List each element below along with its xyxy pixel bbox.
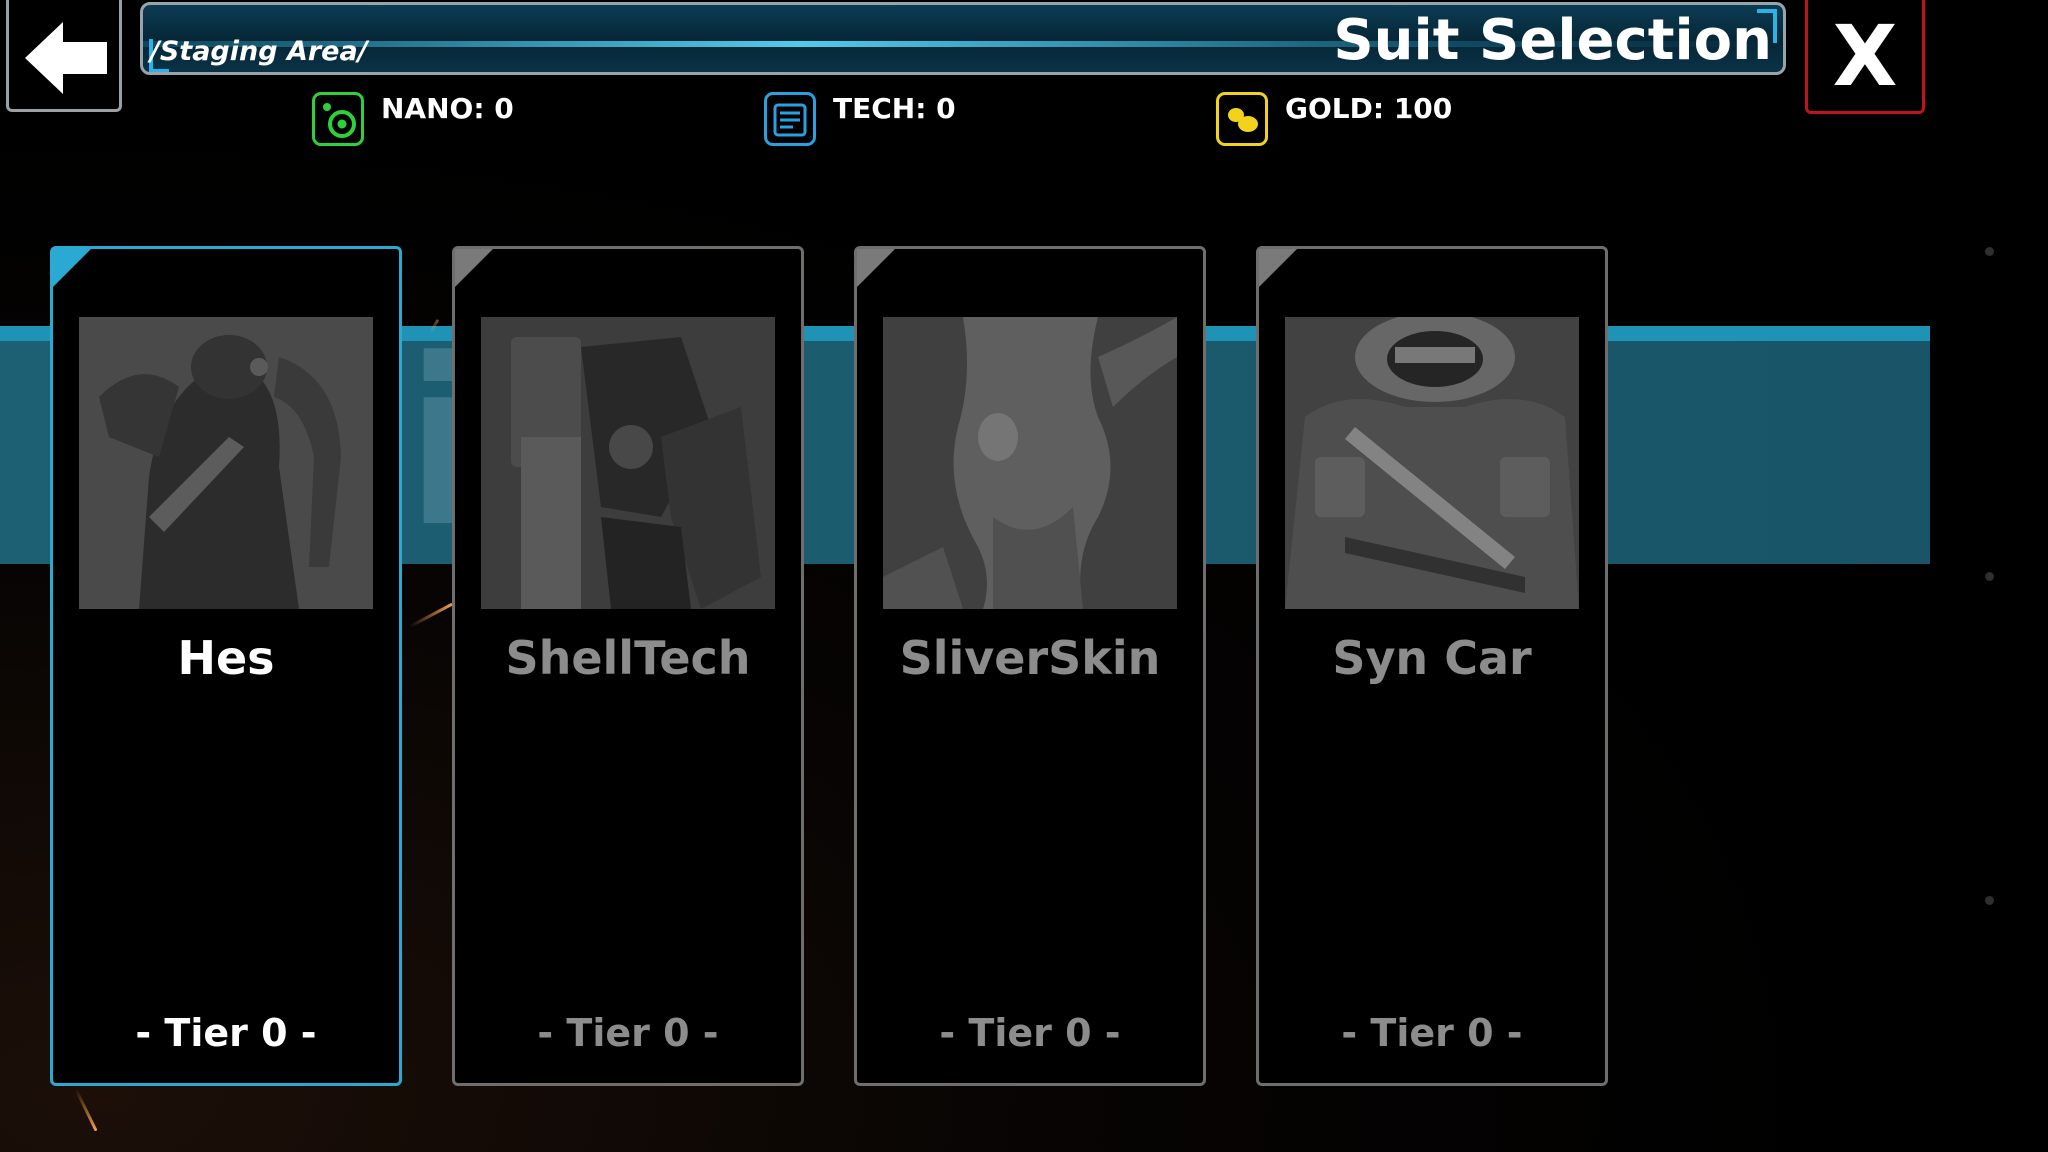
selected-corner-marker (53, 249, 91, 287)
suit-card-hes[interactable]: Hes - Tier 0 - (50, 246, 402, 1086)
corner-marker (1259, 249, 1297, 287)
suit-tier: - Tier 0 - (939, 1011, 1121, 1055)
tech-icon (764, 92, 816, 146)
tech-amount: TECH: 0 (833, 92, 956, 125)
suit-tier: - Tier 0 - (135, 1011, 317, 1055)
close-button[interactable]: X (1805, 0, 1925, 114)
back-arrow-icon (25, 22, 107, 94)
suit-tier: - Tier 0 - (537, 1011, 719, 1055)
suit-portrait-image (481, 317, 775, 609)
suit-tier: - Tier 0 - (1341, 1011, 1523, 1055)
suit-name: Syn Car (1332, 631, 1532, 685)
breadcrumb: /Staging Area/ (150, 36, 368, 67)
spark-decoration (409, 602, 454, 628)
suit-card-sliverskin[interactable]: SliverSkin - Tier 0 - (854, 246, 1206, 1086)
corner-marker (857, 249, 895, 287)
close-icon: X (1832, 7, 1898, 105)
suit-name: ShellTech (505, 631, 751, 685)
scroll-indicator-dot (1985, 247, 1994, 256)
page-title: Suit Selection (1333, 8, 1772, 73)
nano-icon (312, 92, 364, 146)
scroll-indicator-dot (1985, 896, 1994, 905)
suit-portrait-image (1285, 317, 1579, 609)
nano-amount: NANO: 0 (381, 92, 514, 125)
gold-amount: GOLD: 100 (1285, 92, 1453, 125)
suit-card-syn-car[interactable]: Syn Car - Tier 0 - (1256, 246, 1608, 1086)
back-button[interactable] (6, 0, 122, 112)
suit-portrait-image (883, 317, 1177, 609)
spark-decoration (74, 1088, 98, 1132)
corner-marker (455, 249, 493, 287)
gold-icon (1216, 92, 1268, 146)
suit-card-shelltech[interactable]: ShellTech - Tier 0 - (452, 246, 804, 1086)
suit-name: Hes (177, 631, 275, 685)
scroll-indicator-dot (1985, 572, 1994, 581)
game-screen: Suits /Staging Area/ Suit Selection X NA… (0, 0, 2048, 1152)
suit-name: SliverSkin (899, 631, 1161, 685)
suit-portrait-image (79, 317, 373, 609)
